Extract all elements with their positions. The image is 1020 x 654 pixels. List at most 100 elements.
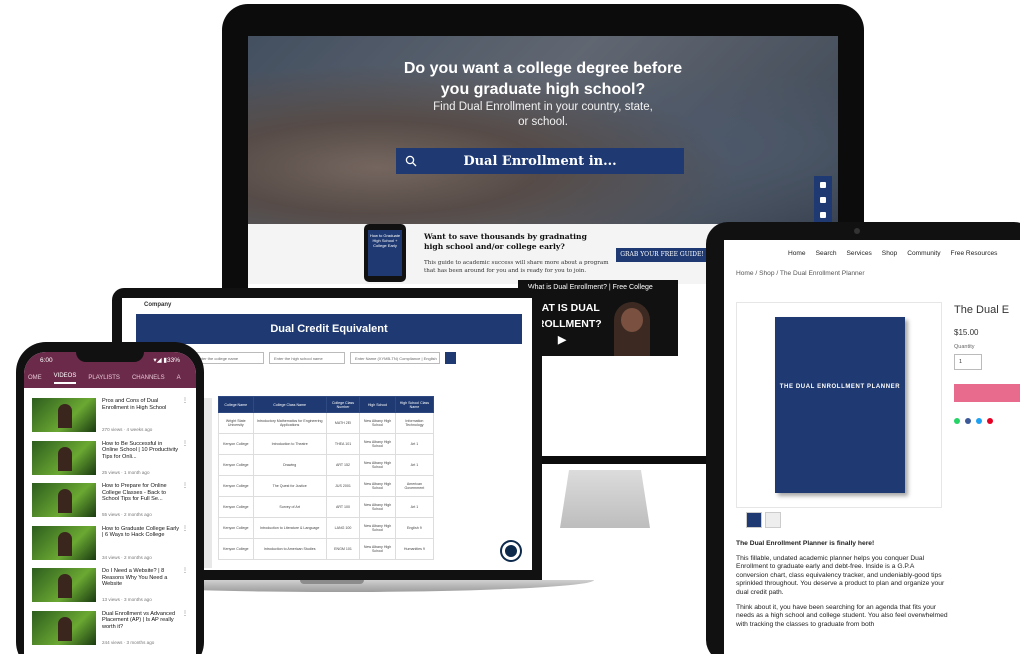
table-cell: LANG 100 — [325, 517, 361, 539]
search-button[interactable] — [445, 352, 456, 364]
nav-free-resources[interactable]: Free Resources — [951, 250, 998, 257]
table-cell: The Quest for Justice — [252, 475, 327, 497]
nav-services[interactable]: Services — [847, 250, 872, 257]
high-school-select[interactable]: Enter the high school name — [269, 352, 345, 364]
description-paragraph-2: Think about it, you have been searching … — [736, 603, 948, 628]
video-thumbnail[interactable] — [32, 483, 96, 517]
grab-free-guide-button[interactable]: GRAB YOUR FREE GUIDE! — [616, 248, 708, 262]
thumbnail-1[interactable] — [746, 512, 762, 528]
description-paragraph-1: This fillable, undated academic planner … — [736, 554, 945, 596]
tab-videos[interactable]: VIDEOS — [53, 373, 77, 384]
battery-signal-icons: ▾◢ ▮33% — [153, 357, 180, 364]
equivalency-table: College Name College Class Name College Cl… — [218, 396, 435, 560]
phone-screen: 6:00 ▾◢ ▮33% OME VIDEOS PLAYLISTS CHANNELS A… — [24, 352, 196, 654]
more-options-icon[interactable]: ⋮ — [182, 440, 188, 447]
table-cell: Drawing — [252, 454, 327, 476]
table-row: Kenyon College Introduction to Theatre THE… — [218, 433, 435, 455]
facebook-icon[interactable] — [965, 418, 971, 424]
chat-widget-button[interactable] — [502, 542, 520, 560]
table-cell: Wright State University — [218, 412, 254, 434]
table-cell: New Albany High School — [359, 517, 396, 539]
search-icon — [396, 148, 426, 174]
more-options-icon[interactable]: ⋮ — [182, 482, 188, 489]
more-options-icon[interactable]: ⋮ — [182, 567, 188, 574]
add-to-cart-button[interactable] — [954, 384, 1020, 402]
nav-community[interactable]: Community — [907, 250, 940, 257]
video-title[interactable]: How to Graduate College Early | 6 Ways t… — [102, 526, 180, 539]
twitter-icon[interactable] — [976, 418, 982, 424]
video-title[interactable]: Dual Enrollment vs Advanced Placement (A… — [102, 611, 180, 631]
youtube-icon[interactable] — [820, 196, 826, 203]
tab-channels[interactable]: CHANNELS — [132, 375, 165, 381]
quantity-label: Quantity — [954, 344, 975, 350]
table-cell: ART 152 — [325, 454, 361, 476]
list-item[interactable]: Dual Enrollment vs Advanced Placement (A… — [32, 607, 192, 650]
tab-playlists[interactable]: PLAYLISTS — [88, 375, 120, 381]
table-cell: Kenyon College — [218, 454, 254, 476]
table-cell: Kenyon College — [218, 517, 254, 539]
search-placeholder: Dual Enrollment in... — [463, 153, 617, 169]
more-options-icon[interactable]: ⋮ — [182, 525, 188, 532]
table-cell: Kenyon College — [218, 496, 254, 518]
table-header-cell: High School Class Name — [394, 396, 435, 413]
promo-title: Want to save thousands by gradnating hig… — [424, 232, 587, 251]
instagram-icon[interactable] — [820, 182, 826, 189]
video-thumbnail[interactable] — [32, 440, 96, 475]
hero-section: Do you want a college degree before you … — [248, 36, 838, 224]
video-title[interactable]: Do I Need a Website? | 8 Reasons Why You… — [102, 568, 180, 588]
nav-shop[interactable]: Shop — [882, 250, 897, 257]
table-cell: Art 1 — [394, 433, 435, 455]
list-item[interactable]: Pros and Cons of Dual Enrollment in High… — [32, 394, 192, 437]
tab-ome[interactable]: OME — [28, 375, 42, 381]
video-meta: 270 views · 4 weeks ago — [102, 427, 153, 432]
table-row: Kenyon College Drawing ART 152 New Albany H… — [218, 454, 435, 476]
table-header-cell: College Class Number — [325, 396, 361, 413]
guide-book-image: How to Graduate High School + College Ea… — [364, 224, 406, 282]
product-price: $15.00 — [954, 328, 979, 337]
table-row: Kenyon College Survey of Art ART 100 New Al… — [218, 496, 435, 518]
college-name-select[interactable]: Enter the college name — [192, 352, 264, 364]
list-item[interactable]: How to Graduate College Early | 6 Ways t… — [32, 522, 192, 565]
tablet-camera — [854, 228, 860, 234]
list-item[interactable]: How to Be Successful in Online School | … — [32, 437, 192, 480]
video-list: Pros and Cons of Dual Enrollment in High… — [32, 394, 192, 649]
breadcrumb[interactable]: Home / Shop / The Dual Enrollment Planne… — [736, 270, 865, 277]
more-options-icon[interactable]: ⋮ — [182, 397, 188, 404]
table-cell: New Albany High School — [359, 496, 396, 518]
table-cell: Humanities 9 — [394, 538, 435, 560]
video-embed[interactable]: What is Dual Enrollment? | Free College … — [518, 280, 678, 356]
product-thumbnails — [746, 512, 781, 528]
class-name-input[interactable]: Enter Name (XYMB-TN) Compliance | Englis… — [350, 352, 440, 364]
nav-search[interactable]: Search — [816, 250, 837, 257]
product-image-frame: THE DUAL ENROLLMENT PLANNER — [736, 302, 942, 508]
video-meta: 25 views · 1 month ago — [102, 469, 150, 475]
video-thumbnail[interactable] — [32, 398, 96, 432]
share-icons — [954, 418, 993, 424]
table-cell: Introductory Mathematics for Engineering… — [252, 412, 327, 434]
pinterest-icon[interactable] — [987, 418, 993, 424]
whatsapp-icon[interactable] — [954, 418, 960, 424]
device-mockup-composition: Do you want a college degree before you … — [0, 0, 1020, 654]
table-header-cell: High School — [359, 396, 396, 413]
video-title[interactable]: How to Be Successful in Online School | … — [102, 441, 180, 461]
tab-a[interactable]: A — [177, 375, 181, 381]
thumbnail-2[interactable] — [765, 512, 781, 528]
more-options-icon[interactable]: ⋮ — [182, 610, 188, 617]
video-thumbnail[interactable] — [32, 610, 96, 645]
video-title[interactable]: Pros and Cons of Dual Enrollment in High… — [102, 398, 180, 411]
list-item[interactable]: Do I Need a Website? | 8 Reasons Why You… — [32, 564, 192, 607]
quantity-stepper[interactable]: 1 — [954, 354, 982, 370]
video-thumbnail[interactable] — [32, 525, 96, 560]
hero-subtitle: Find Dual Enrollment in your country, st… — [433, 101, 653, 128]
hero-title: Do you want a college degree before you … — [403, 60, 683, 98]
video-meta: 13 views · 3 months ago — [102, 597, 152, 602]
table-cell: New Albany High School — [359, 538, 396, 560]
list-item[interactable]: How to Prepare for Online College Classe… — [32, 479, 192, 522]
table-cell: Kenyon College — [218, 538, 254, 560]
laptop-notch — [300, 580, 364, 584]
nav-home[interactable]: Home — [788, 250, 806, 257]
dual-enrollment-search-bar[interactable]: Dual Enrollment in... — [396, 148, 684, 174]
rss-icon[interactable] — [820, 211, 826, 218]
video-title[interactable]: How to Prepare for Online College Classe… — [102, 483, 180, 503]
video-thumbnail[interactable] — [32, 568, 96, 602]
